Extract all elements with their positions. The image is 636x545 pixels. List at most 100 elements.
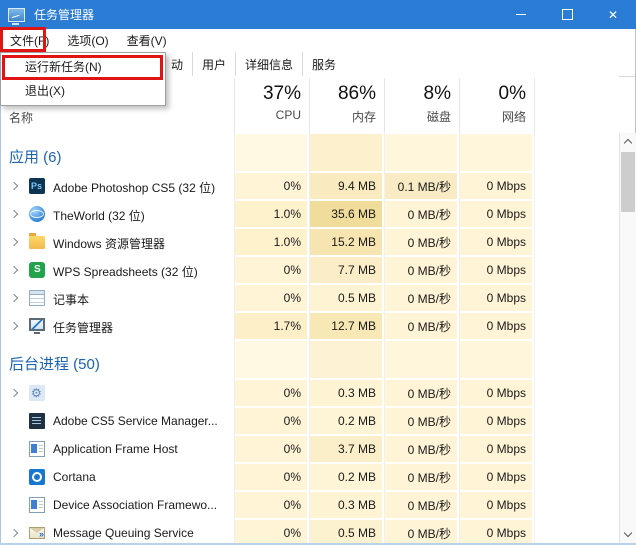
network-column-header[interactable]: 0% 网络 xyxy=(459,76,533,125)
disk-cell: 0 MB/秒 xyxy=(385,285,457,311)
cpu-cell: 0% xyxy=(235,492,307,518)
winframe-icon xyxy=(29,497,45,513)
network-cell: 0 Mbps xyxy=(460,313,532,339)
winframe-icon xyxy=(29,441,45,457)
process-name: TheWorld (32 位) xyxy=(53,207,145,224)
process-row[interactable]: TheWorld (32 位) 1.0% 35.6 MB 0 MB/秒 0 Mb… xyxy=(1,200,619,228)
expand-chevron-icon[interactable] xyxy=(10,322,18,330)
annotation-box-run-new-task xyxy=(2,55,163,80)
chevron-up-icon xyxy=(624,139,632,147)
cpu-cell: 1.0% xyxy=(235,201,307,227)
title-bar: 任务管理器 ✕ xyxy=(0,0,636,29)
process-row[interactable]: Application Frame Host 0% 3.7 MB 0 MB/秒 … xyxy=(1,435,619,463)
process-name: Application Frame Host xyxy=(53,442,178,456)
heatmap-cell xyxy=(235,134,307,171)
cpu-column-header[interactable]: 37% CPU xyxy=(234,76,308,122)
process-list: 应用 (6) Adobe Photoshop CS5 (32 位) 0% 9.4… xyxy=(1,133,619,543)
disk-cell: 0 MB/秒 xyxy=(385,229,457,255)
disk-cell: 0 MB/秒 xyxy=(385,492,457,518)
network-cell: 0 Mbps xyxy=(460,380,532,406)
expand-chevron-icon[interactable] xyxy=(10,238,18,246)
heatmap-cell xyxy=(460,134,532,171)
expand-chevron-icon[interactable] xyxy=(10,210,18,218)
window-title: 任务管理器 xyxy=(34,6,94,23)
memory-column-header[interactable]: 86% 内存 xyxy=(309,76,383,125)
cpu-cell: 1.0% xyxy=(235,229,307,255)
network-cell: 0 Mbps xyxy=(460,464,532,490)
process-name: Windows 资源管理器 xyxy=(53,235,165,252)
expand-chevron-icon[interactable] xyxy=(10,529,18,537)
cpu-column-label: CPU xyxy=(234,108,301,122)
cpu-cell: 0% xyxy=(235,408,307,434)
memory-total-usage: 86% xyxy=(309,83,376,105)
network-cell: 0 Mbps xyxy=(460,201,532,227)
process-row[interactable]: Adobe Photoshop CS5 (32 位) 0% 9.4 MB 0.1… xyxy=(1,172,619,200)
cpu-total-usage: 37% xyxy=(234,83,301,105)
expand-chevron-icon[interactable] xyxy=(10,389,18,397)
memory-cell: 0.5 MB xyxy=(310,520,382,543)
close-button[interactable]: ✕ xyxy=(590,0,636,29)
process-row[interactable]: Cortana 0% 0.2 MB 0 MB/秒 0 Mbps xyxy=(1,463,619,491)
expand-chevron-icon[interactable] xyxy=(10,294,18,302)
disk-cell: 0 MB/秒 xyxy=(385,436,457,462)
cpu-cell: 0% xyxy=(235,257,307,283)
tab-services[interactable]: 服务 xyxy=(303,52,345,76)
memory-cell: 3.7 MB xyxy=(310,436,382,462)
annotation-box-file-menu xyxy=(0,27,46,52)
process-name: 记事本 xyxy=(53,291,89,308)
expand-chevron-icon[interactable] xyxy=(10,182,18,190)
expand-chevron-icon[interactable] xyxy=(10,266,18,274)
process-row[interactable]: Adobe CS5 Service Manager... 0% 0.2 MB 0… xyxy=(1,407,619,435)
name-column-header[interactable]: 名称 xyxy=(9,109,33,126)
group-header-row[interactable]: 应用 (6) xyxy=(1,133,619,172)
memory-cell: 0.2 MB xyxy=(310,464,382,490)
menu-bar: 文件(F) 选项(O) 查看(V) xyxy=(1,29,635,52)
gear-icon xyxy=(29,385,45,401)
process-row[interactable]: 任务管理器 1.7% 12.7 MB 0 MB/秒 0 Mbps xyxy=(1,312,619,340)
cpu-cell: 1.7% xyxy=(235,313,307,339)
disk-cell: 0 MB/秒 xyxy=(385,520,457,543)
menu-item-exit[interactable]: 退出(X) xyxy=(1,79,165,103)
column-separator xyxy=(384,78,385,133)
process-row[interactable]: WPS Spreadsheets (32 位) 0% 7.7 MB 0 MB/秒… xyxy=(1,256,619,284)
memory-cell: 12.7 MB xyxy=(310,313,382,339)
disk-cell: 0 MB/秒 xyxy=(385,408,457,434)
column-separator xyxy=(234,78,235,133)
process-row[interactable]: Message Queuing Service 0% 0.5 MB 0 MB/秒… xyxy=(1,519,619,543)
menu-item-view[interactable]: 查看(V) xyxy=(118,29,176,52)
scrollbar-thumb[interactable] xyxy=(621,152,635,212)
menu-item-options[interactable]: 选项(O) xyxy=(58,29,117,52)
cpu-cell: 0% xyxy=(235,520,307,543)
tab-users[interactable]: 用户 xyxy=(193,52,236,76)
group-header-row[interactable]: 后台进程 (50) xyxy=(1,340,619,379)
process-row[interactable]: Device Association Framewo... 0% 0.3 MB … xyxy=(1,491,619,519)
task-manager-window: { "theme": { "titlebar_color": "#2b7cd4"… xyxy=(0,0,636,545)
photoshop-icon xyxy=(29,178,45,194)
disk-cell: 0 MB/秒 xyxy=(385,201,457,227)
process-name: Adobe Photoshop CS5 (32 位) xyxy=(53,179,215,196)
process-row[interactable]: Windows 资源管理器 1.0% 15.2 MB 0 MB/秒 0 Mbps xyxy=(1,228,619,256)
minimize-button[interactable] xyxy=(498,0,544,29)
memory-column-label: 内存 xyxy=(309,108,376,125)
tab-startup-partial[interactable]: 动 xyxy=(162,52,193,76)
disk-column-header[interactable]: 8% 磁盘 xyxy=(384,76,458,125)
maximize-button[interactable] xyxy=(544,0,590,29)
network-cell: 0 Mbps xyxy=(460,408,532,434)
memory-cell: 0.3 MB xyxy=(310,380,382,406)
scroll-up-button[interactable] xyxy=(620,133,636,150)
vertical-scrollbar[interactable] xyxy=(619,133,636,543)
process-row[interactable]: 0% 0.3 MB 0 MB/秒 0 Mbps xyxy=(1,379,619,407)
heatmap-cell xyxy=(310,134,382,171)
process-row[interactable]: 记事本 0% 0.5 MB 0 MB/秒 0 Mbps xyxy=(1,284,619,312)
tab-details[interactable]: 详细信息 xyxy=(236,52,303,76)
window-controls: ✕ xyxy=(498,0,636,29)
scroll-down-button[interactable] xyxy=(620,526,636,543)
adobesm-icon xyxy=(29,413,45,429)
network-cell: 0 Mbps xyxy=(460,173,532,199)
memory-cell: 9.4 MB xyxy=(310,173,382,199)
disk-cell: 0.1 MB/秒 xyxy=(385,173,457,199)
disk-total-usage: 8% xyxy=(384,83,451,105)
group-header-label: 后台进程 (50) xyxy=(9,353,100,374)
process-name: Device Association Framewo... xyxy=(53,498,217,512)
disk-cell: 0 MB/秒 xyxy=(385,464,457,490)
